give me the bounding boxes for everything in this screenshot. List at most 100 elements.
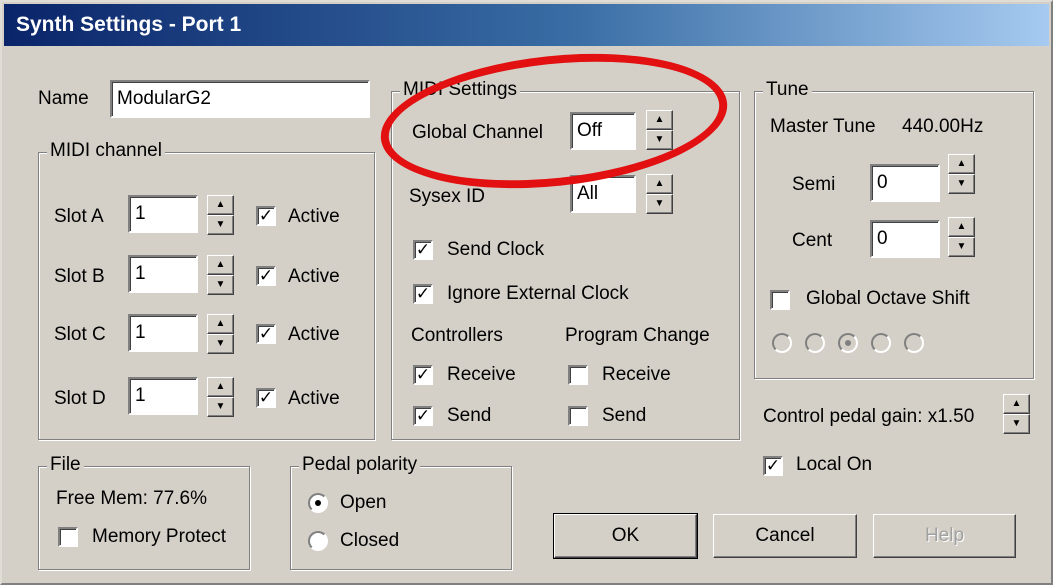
- slot-c-label: Slot C: [54, 324, 106, 345]
- cent-label: Cent: [792, 230, 833, 251]
- midi-settings-legend: MIDI Settings: [400, 79, 521, 101]
- slot-c-active-checkbox[interactable]: ✓: [256, 324, 276, 344]
- spin-down-icon[interactable]: ▼: [948, 237, 975, 257]
- title-bar[interactable]: Synth Settings - Port 1: [4, 4, 1049, 46]
- sysex-id-input[interactable]: All: [570, 175, 636, 213]
- spin-up-icon[interactable]: ▲: [948, 154, 975, 174]
- sysex-id-label: Sysex ID: [409, 186, 486, 207]
- synth-settings-window: Synth Settings - Port 1 Name ModularG2 M…: [0, 0, 1053, 585]
- ok-button[interactable]: OK: [553, 513, 698, 559]
- controllers-receive-checkbox[interactable]: ✓: [413, 365, 433, 385]
- slot-a-label: Slot A: [54, 206, 104, 227]
- name-input[interactable]: ModularG2: [110, 80, 370, 118]
- spin-down-icon[interactable]: ▼: [948, 174, 975, 194]
- spin-down-icon[interactable]: ▼: [207, 215, 234, 235]
- tune-legend: Tune: [763, 79, 812, 101]
- slot-b-label: Slot B: [54, 266, 105, 287]
- slot-a-active-checkbox[interactable]: ✓: [256, 206, 276, 226]
- spin-up-icon[interactable]: ▲: [646, 110, 673, 130]
- octave-radio-1[interactable]: [772, 333, 792, 353]
- controllers-send-checkbox[interactable]: ✓: [413, 406, 433, 426]
- pedal-closed-radio[interactable]: [308, 531, 328, 551]
- help-button[interactable]: Help: [873, 514, 1016, 558]
- window-title: Synth Settings - Port 1: [16, 13, 242, 36]
- memory-protect-label: Memory Protect: [92, 526, 227, 547]
- local-on-checkbox[interactable]: ✓: [763, 456, 783, 476]
- memory-protect-checkbox[interactable]: [58, 527, 78, 547]
- control-pedal-gain-spinner[interactable]: ▲ ▼: [1003, 394, 1030, 434]
- slot-a-active-label: Active: [288, 206, 340, 227]
- midi-channel-legend: MIDI channel: [47, 140, 165, 162]
- program-change-receive-checkbox[interactable]: [568, 365, 588, 385]
- pedal-open-label: Open: [340, 492, 387, 513]
- spin-down-icon[interactable]: ▼: [1003, 414, 1030, 434]
- program-change-send-checkbox[interactable]: [568, 406, 588, 426]
- controllers-label: Controllers: [411, 325, 503, 346]
- send-clock-checkbox[interactable]: ✓: [413, 240, 433, 260]
- slot-d-label: Slot D: [54, 388, 106, 409]
- slot-a-spinner[interactable]: ▲ ▼: [207, 195, 234, 235]
- octave-radio-5[interactable]: [904, 333, 924, 353]
- controllers-receive-label: Receive: [447, 364, 516, 385]
- local-on-label: Local On: [796, 454, 873, 475]
- octave-radio-3[interactable]: [838, 333, 858, 353]
- ignore-external-clock-label: Ignore External Clock: [447, 283, 629, 304]
- radio-dot-icon: [315, 500, 321, 506]
- ignore-external-clock-checkbox[interactable]: ✓: [413, 284, 433, 304]
- spin-down-icon[interactable]: ▼: [207, 397, 234, 417]
- radio-dot-icon: [845, 340, 851, 346]
- program-change-label: Program Change: [565, 325, 710, 346]
- octave-radio-4[interactable]: [871, 333, 891, 353]
- slot-c-input[interactable]: 1: [128, 314, 198, 352]
- spin-up-icon[interactable]: ▲: [1003, 394, 1030, 414]
- spin-down-icon[interactable]: ▼: [646, 130, 673, 150]
- pedal-open-radio[interactable]: [308, 493, 328, 513]
- slot-b-active-checkbox[interactable]: ✓: [256, 266, 276, 286]
- spin-up-icon[interactable]: ▲: [948, 217, 975, 237]
- slot-a-input[interactable]: 1: [128, 195, 198, 233]
- spin-down-icon[interactable]: ▼: [207, 275, 234, 295]
- slot-d-active-label: Active: [288, 388, 340, 409]
- send-clock-label: Send Clock: [447, 239, 545, 260]
- master-tune-label: Master Tune: [770, 116, 876, 137]
- cancel-button[interactable]: Cancel: [713, 514, 857, 558]
- spin-up-icon[interactable]: ▲: [207, 377, 234, 397]
- control-pedal-gain-label: Control pedal gain: x1.50: [763, 406, 975, 427]
- spin-up-icon[interactable]: ▲: [646, 174, 673, 194]
- controllers-send-label: Send: [447, 405, 492, 426]
- cent-input[interactable]: 0: [870, 220, 940, 258]
- global-channel-spinner[interactable]: ▲ ▼: [646, 110, 673, 150]
- octave-radio-2[interactable]: [805, 333, 825, 353]
- name-label: Name: [38, 88, 89, 109]
- pedal-polarity-group: Pedal polarity: [290, 454, 512, 570]
- slot-c-active-label: Active: [288, 324, 340, 345]
- spin-up-icon[interactable]: ▲: [207, 195, 234, 215]
- spin-down-icon[interactable]: ▼: [207, 334, 234, 354]
- program-change-receive-label: Receive: [602, 364, 671, 385]
- sysex-id-spinner[interactable]: ▲ ▼: [646, 174, 673, 214]
- file-group: File: [38, 454, 250, 570]
- spin-down-icon[interactable]: ▼: [646, 194, 673, 214]
- slot-d-active-checkbox[interactable]: ✓: [256, 388, 276, 408]
- slot-d-input[interactable]: 1: [128, 377, 198, 415]
- free-memory-text: Free Mem: 77.6%: [56, 488, 207, 509]
- spin-up-icon[interactable]: ▲: [207, 314, 234, 334]
- global-channel-label: Global Channel: [412, 122, 543, 143]
- spin-up-icon[interactable]: ▲: [207, 255, 234, 275]
- slot-b-spinner[interactable]: ▲ ▼: [207, 255, 234, 295]
- file-legend: File: [47, 454, 84, 476]
- semi-input[interactable]: 0: [870, 164, 940, 202]
- pedal-closed-label: Closed: [340, 530, 400, 551]
- slot-c-spinner[interactable]: ▲ ▼: [207, 314, 234, 354]
- semi-label: Semi: [792, 174, 836, 195]
- cent-spinner[interactable]: ▲ ▼: [948, 217, 975, 257]
- global-octave-shift-label: Global Octave Shift: [806, 288, 970, 309]
- slot-b-input[interactable]: 1: [128, 255, 198, 293]
- global-channel-input[interactable]: Off: [570, 112, 636, 150]
- semi-spinner[interactable]: ▲ ▼: [948, 154, 975, 194]
- global-octave-shift-checkbox[interactable]: [770, 290, 790, 310]
- program-change-send-label: Send: [602, 405, 647, 426]
- slot-b-active-label: Active: [288, 266, 340, 287]
- slot-d-spinner[interactable]: ▲ ▼: [207, 377, 234, 417]
- master-tune-value: 440.00Hz: [902, 116, 984, 137]
